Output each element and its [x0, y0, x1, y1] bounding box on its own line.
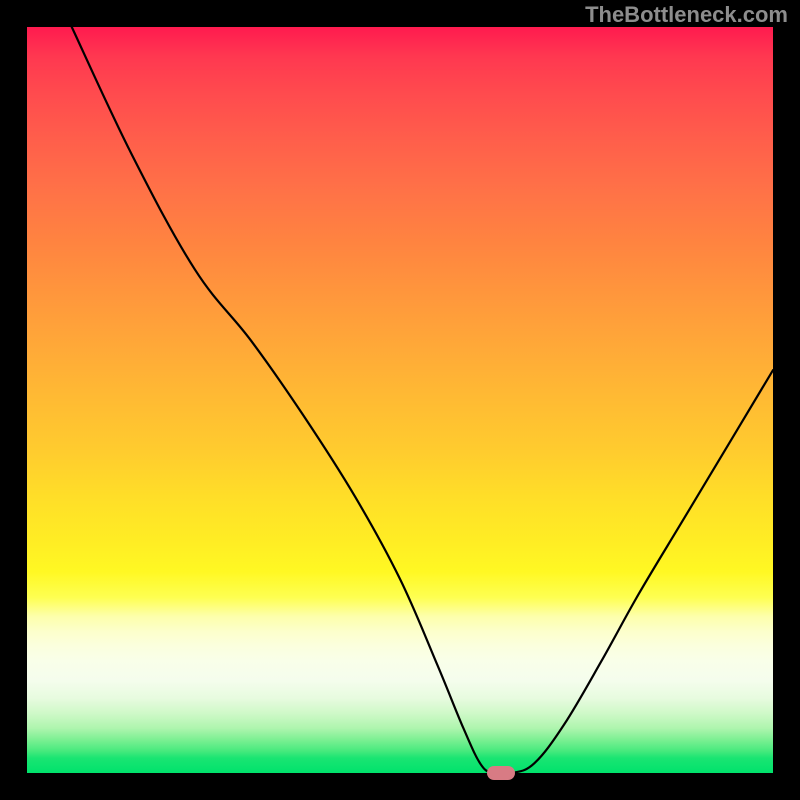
chart-container: TheBottleneck.com: [0, 0, 800, 800]
chart-gradient-background: [27, 27, 773, 773]
optimal-point-marker: [487, 766, 515, 780]
watermark-text: TheBottleneck.com: [585, 2, 788, 28]
